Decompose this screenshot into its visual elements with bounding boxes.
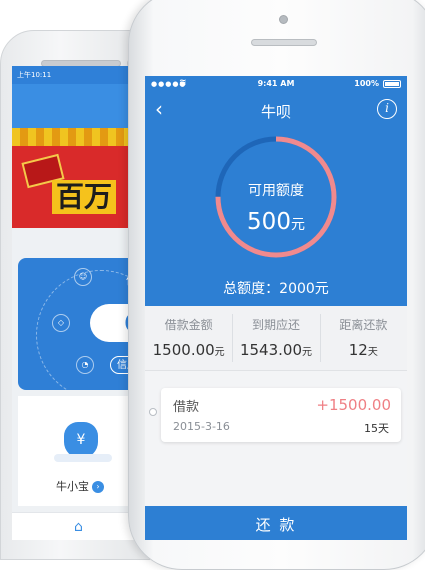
stat-value: 12天 [320,341,407,359]
user-icon: ☺ [74,268,92,286]
available-unit: 元 [290,217,305,233]
stat-due-amount: 到期应还 1543.00元 [232,306,319,370]
credit-overview: 可用额度 500元 总额度：2000元 [145,128,407,306]
stat-unit: 元 [214,347,225,358]
stat-number: 1543.00 [239,341,302,359]
stat-unit: 天 [367,347,378,358]
stat-number: 12 [348,341,368,359]
tile-name: 牛小宝 › [56,478,104,494]
available-value: 500元 [145,209,407,235]
available-amount: 500 [247,209,291,235]
stat-label: 距离还款 [339,318,388,332]
page-title: 牛呗 [260,103,291,121]
stat-number: 1500.00 [152,341,215,359]
stat-label: 到期应还 [251,318,300,332]
stat-value: 1543.00元 [232,341,319,359]
money-bag-icon: ¥ [64,422,98,458]
shield-icon: ◇ [52,314,70,332]
stat-loan-amount: 借款金额 1500.00元 [145,306,232,370]
banner-text: 百万 [52,180,117,214]
record-title: 借款 [173,400,200,415]
status-bar: ●●●●● ≋ 9:41 AM 100% [145,76,407,92]
stat-unit: 元 [302,347,312,358]
battery-percent: 100% [354,79,379,88]
battery-icon [383,80,401,88]
repay-button[interactable]: 还 款 [145,506,407,540]
phone-camera [279,15,288,24]
loan-record-item[interactable]: 借款 +1500.00 2015-3-16 15天 [161,388,401,442]
stat-days-left: 距离还款 12天 [319,306,407,370]
loan-stats: 借款金额 1500.00元 到期应还 1543.00元 距离还款 12天 [145,306,407,371]
total-credit: 总额度：2000元 [223,281,329,297]
clock-icon: ◔ [76,356,94,374]
record-date: 2015-3-16 [173,420,230,433]
available-label: 可用额度 [248,183,304,199]
hand-icon [54,454,112,462]
record-amount: +1500.00 [316,396,391,414]
stat-label: 借款金额 [164,318,213,332]
home-icon[interactable]: ⌂ [74,519,83,535]
app-screen: ●●●●● ≋ 9:41 AM 100% ‹ 牛呗 i 可用额度 500元 总额… [145,76,407,540]
info-icon[interactable]: i [377,99,397,119]
phone-speaker [251,39,317,46]
stat-value: 1500.00元 [145,341,232,359]
tile-name-text: 牛小宝 [56,480,89,493]
record-days: 15天 [364,422,389,435]
nav-bar: ‹ 牛呗 i [145,92,407,128]
arrow-right-icon[interactable]: › [92,481,104,493]
timeline-dot [149,408,157,416]
